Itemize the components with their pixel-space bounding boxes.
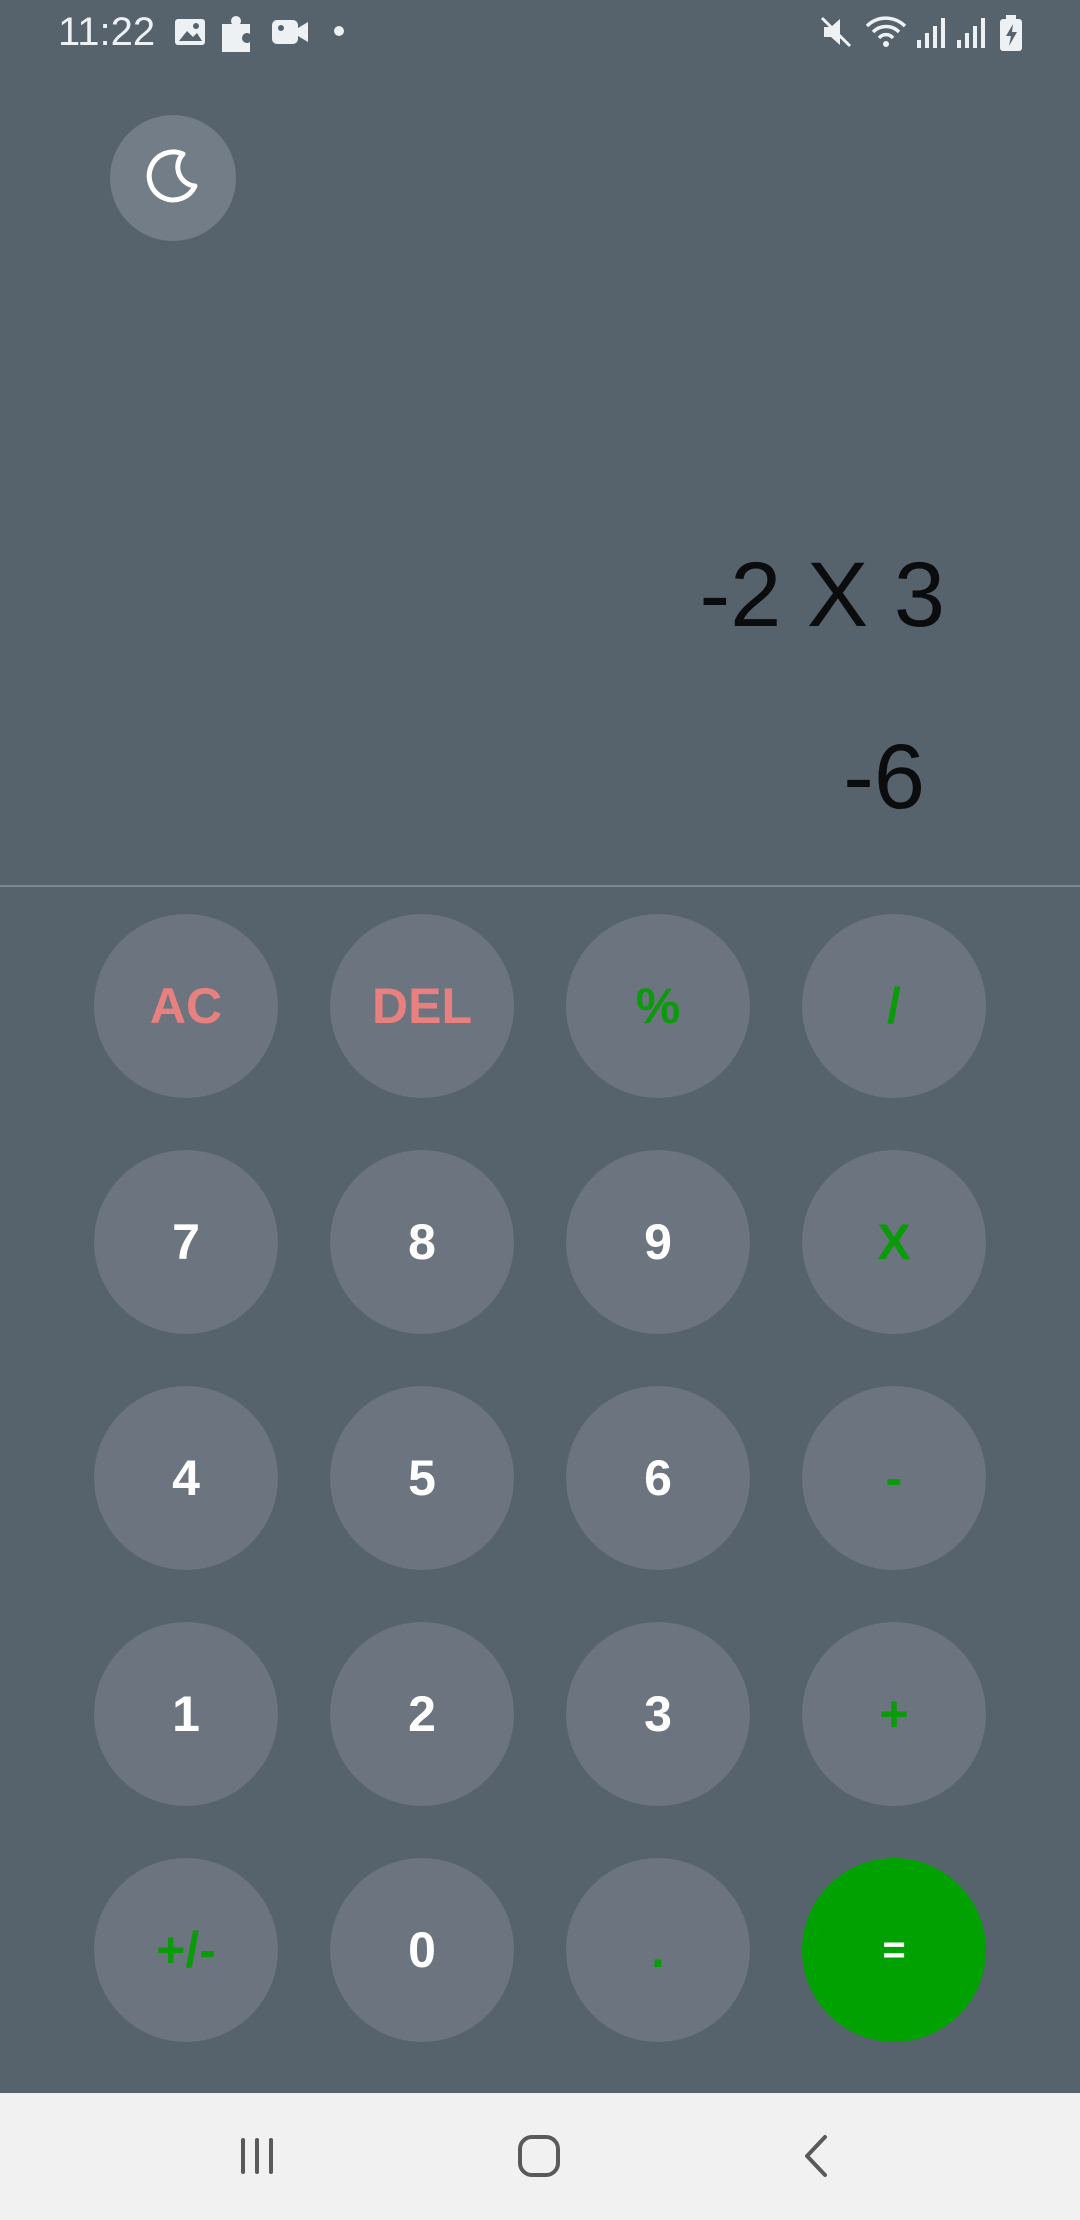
moon-icon [143, 146, 203, 211]
key-divide[interactable]: / [802, 914, 986, 1098]
signal-icon [955, 14, 987, 55]
navigation-bar [0, 2093, 1080, 2220]
recents-icon [235, 2134, 279, 2183]
key-add[interactable]: + [802, 1622, 986, 1806]
theme-toggle-button[interactable] [110, 115, 236, 241]
signal-icon [915, 14, 947, 55]
status-bar: 11:22 [0, 0, 1080, 64]
key-3[interactable]: 3 [566, 1622, 750, 1806]
status-time: 11:22 [58, 10, 156, 54]
back-icon [797, 2133, 837, 2184]
key-percent[interactable]: % [566, 914, 750, 1098]
key-decimal[interactable]: . [566, 1858, 750, 2042]
key-7[interactable]: 7 [94, 1150, 278, 1334]
home-button[interactable] [484, 2113, 594, 2203]
battery-charging-icon [998, 14, 1024, 57]
key-0[interactable]: 0 [330, 1858, 514, 2042]
mute-icon [818, 14, 854, 55]
key-multiply[interactable]: X [802, 1150, 986, 1334]
image-icon [172, 14, 208, 55]
key-5[interactable]: 5 [330, 1386, 514, 1570]
back-button[interactable] [762, 2113, 872, 2203]
key-2[interactable]: 2 [330, 1622, 514, 1806]
video-icon [270, 14, 310, 55]
key-subtract[interactable]: - [802, 1386, 986, 1570]
key-9[interactable]: 9 [566, 1150, 750, 1334]
result-display: -6 [843, 726, 925, 828]
key-8[interactable]: 8 [330, 1150, 514, 1334]
wifi-icon [865, 14, 907, 55]
key-equals[interactable]: = [802, 1858, 986, 2042]
key-1[interactable]: 1 [94, 1622, 278, 1806]
puzzle-icon [218, 14, 258, 59]
key-delete[interactable]: DEL [330, 914, 514, 1098]
key-4[interactable]: 4 [94, 1386, 278, 1570]
expression-display: -2 X 3 [699, 544, 945, 646]
key-negate[interactable]: +/- [94, 1858, 278, 2042]
recents-button[interactable] [202, 2113, 312, 2203]
dot-icon [333, 24, 345, 42]
key-6[interactable]: 6 [566, 1386, 750, 1570]
key-ac[interactable]: AC [94, 914, 278, 1098]
home-icon [516, 2133, 562, 2184]
keypad: AC DEL % / 7 8 9 X 4 5 6 - 1 2 3 + +/- 0… [0, 887, 1080, 2093]
